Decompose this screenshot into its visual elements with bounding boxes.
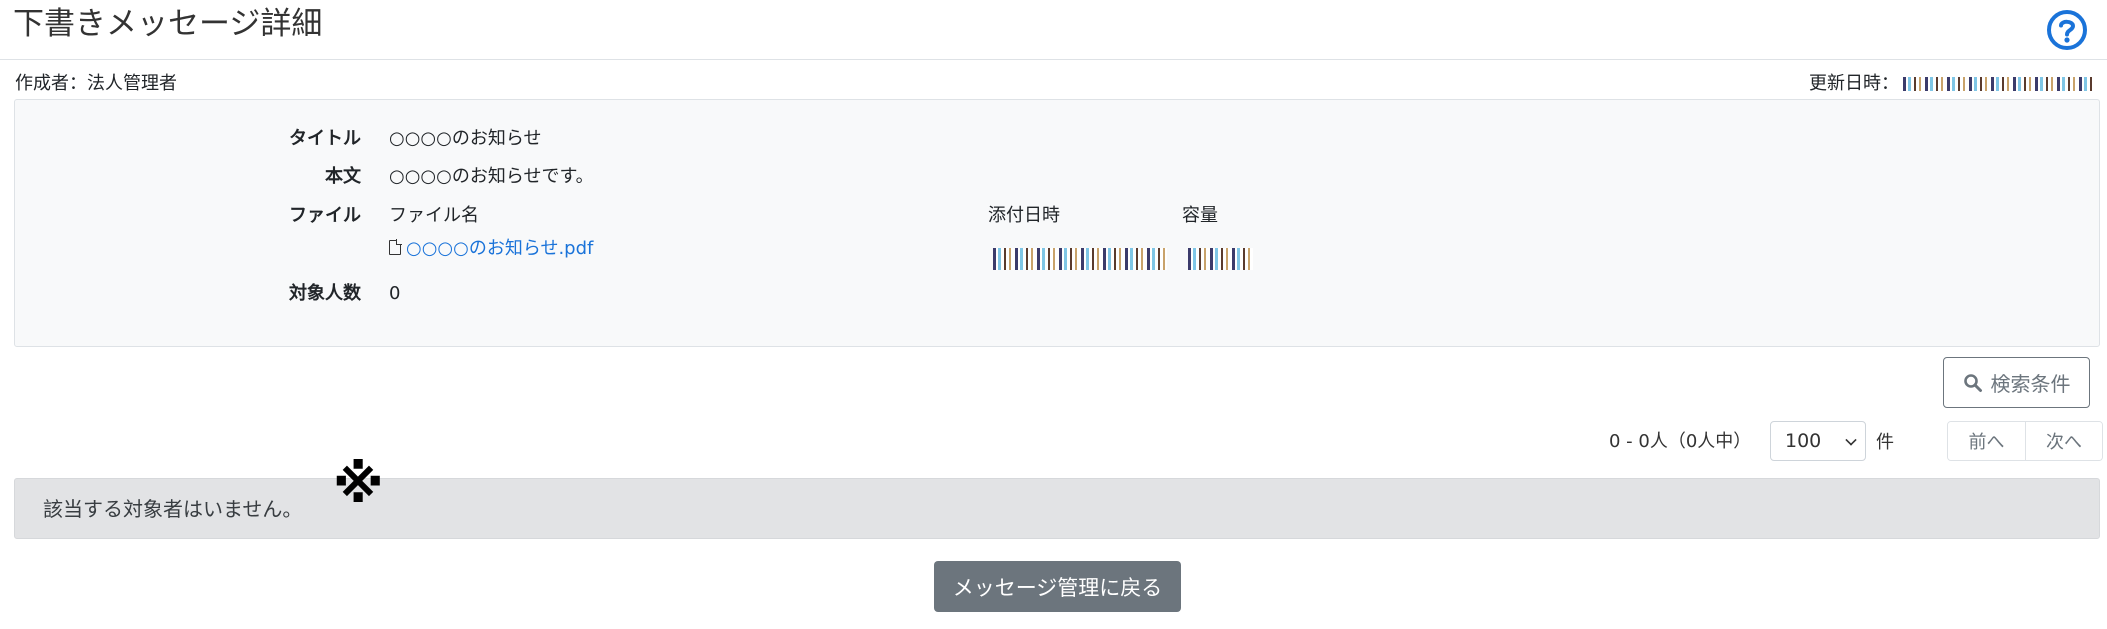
targets-value: 0 bbox=[389, 283, 401, 304]
search-button-label: 検索条件 bbox=[1990, 372, 2071, 396]
per-page-unit: 件 bbox=[1876, 432, 1894, 453]
file-name-column-header: ファイル名 bbox=[389, 205, 479, 226]
empty-result-alert: 該当する対象者はいません。 bbox=[14, 478, 2100, 539]
redacted-updated-datetime bbox=[1903, 77, 2093, 91]
reference-mark: ※ bbox=[333, 455, 384, 515]
next-page-button[interactable]: 次へ bbox=[2025, 422, 2102, 460]
page-header: 下書きメッセージ詳細 bbox=[0, 0, 2107, 60]
per-page-select[interactable]: 100 bbox=[1770, 421, 1866, 461]
title-value: ○○○○のお知らせ bbox=[389, 128, 542, 149]
title-label: タイトル bbox=[289, 128, 361, 149]
search-conditions-button[interactable]: 検索条件 bbox=[1943, 357, 2090, 408]
file-icon bbox=[389, 239, 402, 255]
pagination: 前へ 次へ bbox=[1947, 421, 2103, 461]
attached-at-column-header: 添付日時 bbox=[988, 205, 1060, 226]
updated-label: 更新日時： bbox=[1809, 73, 1899, 94]
redacted-file-size bbox=[1188, 248, 1253, 270]
size-column-header: 容量 bbox=[1182, 205, 1218, 226]
empty-result-message: 該当する対象者はいません。 bbox=[43, 497, 303, 521]
per-page-value: 100 bbox=[1785, 430, 1822, 452]
updated-at: 更新日時： bbox=[1809, 72, 2093, 96]
question-circle-icon[interactable] bbox=[2045, 8, 2089, 52]
file-label: ファイル bbox=[289, 205, 361, 226]
creator-label: 作成者：法人管理者 bbox=[15, 73, 177, 94]
page-title: 下書きメッセージ詳細 bbox=[13, 6, 323, 42]
body-label: 本文 bbox=[325, 166, 361, 187]
file-row: ○○○○のお知らせ.pdf bbox=[389, 237, 593, 261]
redacted-attached-datetime bbox=[993, 248, 1167, 270]
chevron-down-icon bbox=[1845, 434, 1857, 446]
targets-label: 対象人数 bbox=[289, 283, 361, 304]
back-to-message-management-button[interactable]: メッセージ管理に戻る bbox=[934, 561, 1181, 612]
prev-page-button[interactable]: 前へ bbox=[1948, 422, 2025, 460]
message-detail-panel: タイトル ○○○○のお知らせ 本文 ○○○○のお知らせです。 ファイル ファイル… bbox=[14, 99, 2100, 347]
file-download-link[interactable]: ○○○○のお知らせ.pdf bbox=[406, 238, 593, 259]
body-value: ○○○○のお知らせです。 bbox=[389, 166, 594, 187]
result-count: 0 - 0人（0人中） bbox=[1609, 431, 1752, 452]
search-icon bbox=[1963, 373, 1982, 392]
